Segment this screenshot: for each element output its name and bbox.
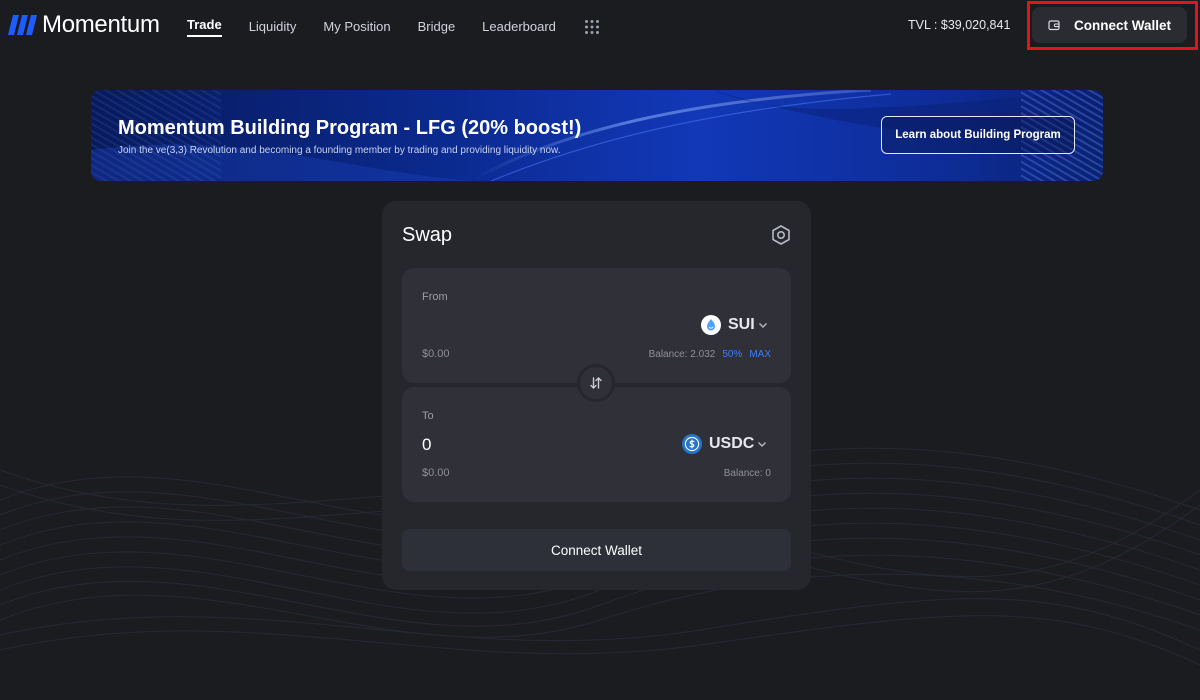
switch-tokens-button[interactable]	[577, 364, 615, 402]
chevron-down-icon	[758, 442, 767, 447]
nav-liquidity[interactable]: Liquidity	[249, 19, 297, 35]
chevron-down-icon	[758, 323, 767, 328]
nav-trade[interactable]: Trade	[187, 17, 222, 37]
sui-icon	[701, 315, 721, 335]
from-balance: Balance: 2.032	[648, 349, 716, 360]
to-token-selector[interactable]: USDC	[682, 434, 767, 454]
to-token-name: USDC	[709, 435, 755, 452]
header-connect-wallet-button[interactable]: Connect Wallet	[1032, 7, 1187, 43]
from-token-selector[interactable]: SUI	[701, 315, 768, 335]
to-usd-value: $0.00	[422, 467, 450, 479]
to-balance-row: Balance: 0	[724, 467, 771, 480]
half-balance-button[interactable]: 50%	[722, 348, 742, 361]
header-connect-wallet-label: Connect Wallet	[1073, 17, 1171, 33]
main-nav: Trade Liquidity My Position Bridge Leade…	[187, 17, 600, 37]
swap-title: Swap	[402, 224, 453, 246]
settings-hexagon-icon[interactable]	[770, 224, 792, 246]
promo-banner: Momentum Building Program - LFG (20% boo…	[91, 90, 1103, 181]
brand-name: Momentum	[42, 11, 160, 38]
to-label: To	[422, 410, 434, 422]
from-usd-value: $0.00	[422, 348, 450, 360]
from-amount-input[interactable]	[422, 315, 622, 337]
usdc-icon	[682, 434, 702, 454]
to-balance: Balance: 0	[723, 468, 771, 479]
swap-arrows-icon	[590, 377, 602, 389]
from-label: From	[422, 291, 448, 303]
banner-subtitle: Join the ve(3,3) Revolution and becoming…	[118, 145, 561, 156]
swap-card: Swap From SUI $0.00 Balance: 2.032 50% M…	[382, 201, 811, 590]
to-panel: To 0 USDC $0.00 Balance: 0	[402, 387, 791, 502]
from-token-name: SUI	[728, 316, 755, 333]
learn-building-program-button[interactable]: Learn about Building Program	[881, 116, 1075, 154]
grid-dots-icon[interactable]	[584, 19, 600, 35]
to-amount: 0	[422, 435, 432, 454]
from-balance-row: Balance: 2.032 50% MAX	[649, 348, 771, 361]
top-header: Momentum Trade Liquidity My Position Bri…	[0, 0, 1200, 50]
momentum-logo-icon	[8, 15, 37, 35]
max-balance-button[interactable]: MAX	[749, 348, 771, 361]
nav-my-position[interactable]: My Position	[323, 19, 390, 35]
brand-logo[interactable]: Momentum	[6, 12, 160, 38]
wallet-icon	[1048, 20, 1060, 31]
nav-leaderboard[interactable]: Leaderboard	[482, 19, 556, 35]
nav-bridge[interactable]: Bridge	[418, 19, 456, 35]
swap-connect-wallet-button[interactable]: Connect Wallet	[402, 529, 791, 571]
tvl-display: TVL : $39,020,841	[908, 18, 1011, 32]
banner-title: Momentum Building Program - LFG (20% boo…	[118, 117, 582, 139]
